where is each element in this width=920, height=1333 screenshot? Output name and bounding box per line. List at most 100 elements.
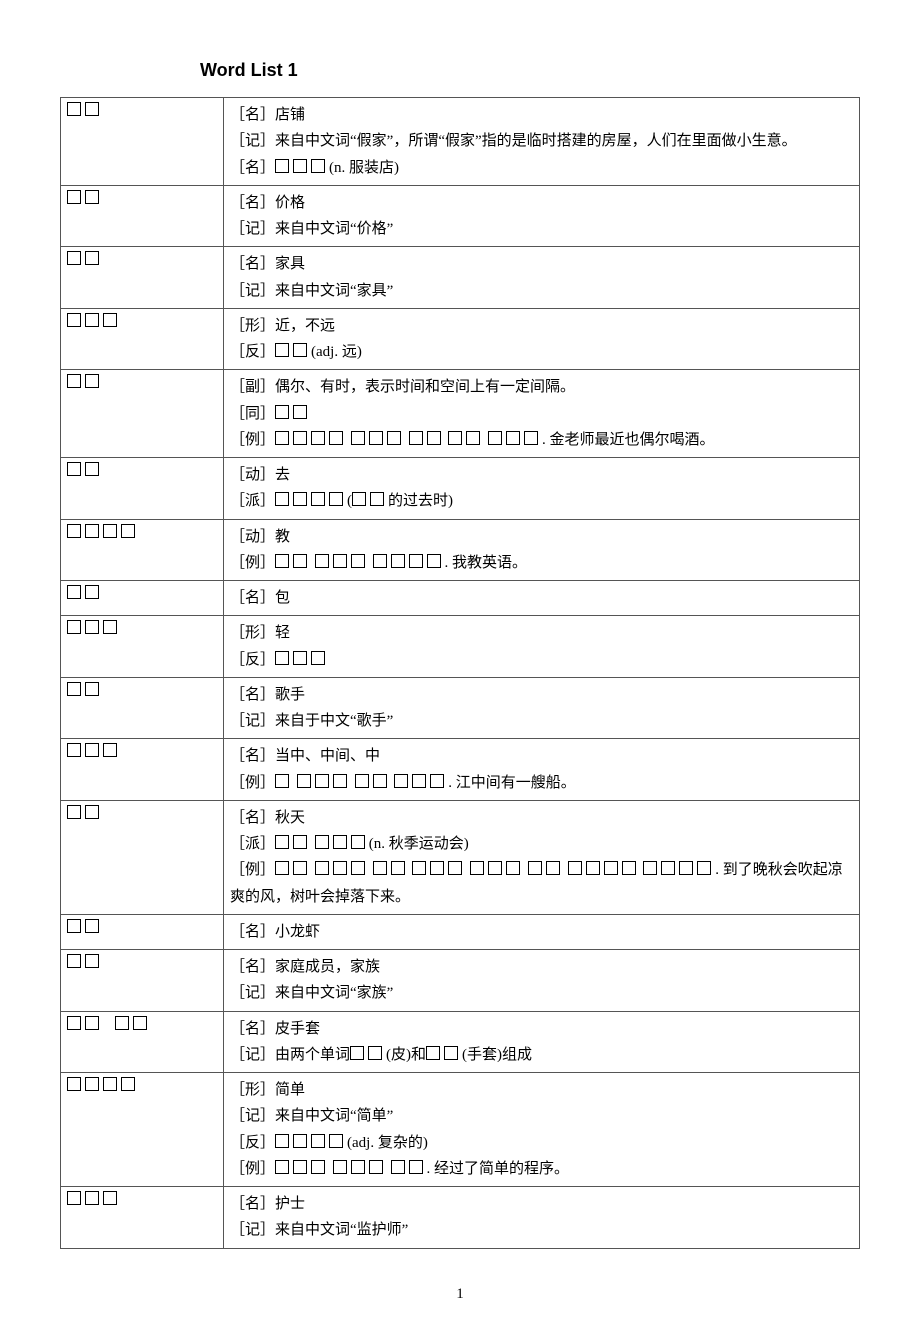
pos-tag: ［名］ (230, 924, 275, 940)
placeholder-box (85, 102, 99, 116)
placeholder-box (333, 1160, 347, 1174)
placeholder-box (85, 1191, 99, 1205)
placeholder-box (103, 1191, 117, 1205)
placeholder-box (368, 1046, 382, 1060)
placeholder-box (373, 861, 387, 875)
placeholder-box (488, 431, 502, 445)
placeholder-box (293, 431, 307, 445)
word-list-title: Word List 1 (200, 60, 860, 81)
placeholder-box (275, 1160, 289, 1174)
pos-tag: ［名］ (230, 810, 275, 826)
term-cell (61, 1187, 224, 1249)
vocab-row: ［名］家具［记］来自中文词“家具” (61, 247, 860, 309)
placeholder-box (67, 682, 81, 696)
definition-cell: ［名］包 (224, 581, 860, 616)
definition-line: ［名］皮手套 (230, 1016, 853, 1042)
pos-tag: ［动］ (230, 529, 275, 545)
placeholder-box (546, 861, 560, 875)
definition-line: ［副］偶尔、有时，表示时间和空间上有一定间隔。 (230, 374, 853, 400)
definition-line: ［形］简单 (230, 1077, 853, 1103)
placeholder-box (85, 313, 99, 327)
pos-tag: ［例］ (230, 555, 275, 571)
pos-tag: ［记］ (230, 1047, 275, 1063)
term-cell (61, 581, 224, 616)
pos-tag: ［同］ (230, 406, 275, 422)
placeholder-box (275, 431, 289, 445)
placeholder-box (409, 1160, 423, 1174)
pos-tag: ［例］ (230, 1161, 275, 1177)
placeholder-box (311, 1134, 325, 1148)
pos-tag: ［例］ (230, 775, 275, 791)
placeholder-box (103, 620, 117, 634)
vocab-row: ［名］店铺［记］来自中文词“假家”，所谓“假家”指的是临时搭建的房屋，人们在里面… (61, 98, 860, 186)
placeholder-box (412, 774, 426, 788)
placeholder-box (329, 492, 343, 506)
placeholder-box (133, 1016, 147, 1030)
pos-tag: ［动］ (230, 467, 275, 483)
placeholder-box (311, 159, 325, 173)
placeholder-box (329, 431, 343, 445)
definition-line: ［名］秋天 (230, 805, 853, 831)
placeholder-box (67, 1077, 81, 1091)
pos-tag: ［记］ (230, 713, 275, 729)
pos-tag: ［例］ (230, 862, 275, 878)
definition-line: ［记］来自中文词“假家”，所谓“假家”指的是临时搭建的房屋，人们在里面做小生意。 (230, 128, 853, 154)
definition-cell: ［名］家具［记］来自中文词“家具” (224, 247, 860, 309)
pos-tag: ［名］ (230, 195, 275, 211)
placeholder-box (370, 492, 384, 506)
term-cell (61, 98, 224, 186)
term-cell (61, 185, 224, 247)
placeholder-box (409, 554, 423, 568)
placeholder-box (369, 1160, 383, 1174)
term-cell (61, 370, 224, 458)
definition-line: ［名］价格 (230, 190, 853, 216)
definition-line: ［记］来自于中文“歌手” (230, 708, 853, 734)
pos-tag: ［名］ (230, 256, 275, 272)
placeholder-box (293, 554, 307, 568)
definition-line: ［同］ (230, 401, 853, 427)
placeholder-box (350, 1046, 364, 1060)
pos-tag: ［形］ (230, 625, 275, 641)
placeholder-box (369, 431, 383, 445)
pos-tag: ［记］ (230, 283, 275, 299)
pos-tag: ［反］ (230, 652, 275, 668)
placeholder-box (67, 1016, 81, 1030)
vocab-row: ［名］歌手［记］来自于中文“歌手” (61, 677, 860, 739)
placeholder-box (293, 405, 307, 419)
vocab-row: ［名］价格［记］来自中文词“价格” (61, 185, 860, 247)
placeholder-box (351, 554, 365, 568)
pos-tag: ［记］ (230, 133, 275, 149)
placeholder-box (275, 159, 289, 173)
term-cell (61, 308, 224, 370)
definition-line: ［名］小龙虾 (230, 919, 853, 945)
placeholder-box (311, 651, 325, 665)
placeholder-box (67, 919, 81, 933)
placeholder-box (315, 861, 329, 875)
placeholder-box (430, 774, 444, 788)
pos-tag: ［形］ (230, 318, 275, 334)
placeholder-box (427, 431, 441, 445)
definition-line: ［名］护士 (230, 1191, 853, 1217)
definition-line: ［动］去 (230, 462, 853, 488)
placeholder-box (466, 431, 480, 445)
placeholder-box (67, 251, 81, 265)
placeholder-box (85, 1077, 99, 1091)
term-cell (61, 1073, 224, 1187)
pos-tag: ［名］ (230, 1021, 275, 1037)
vocab-row: ［名］护士［记］来自中文词“监护师” (61, 1187, 860, 1249)
pos-tag: ［反］ (230, 1135, 275, 1151)
pos-tag: ［名］ (230, 687, 275, 703)
definition-line: ［记］来自中文词“价格” (230, 216, 853, 242)
placeholder-box (333, 774, 347, 788)
pos-tag: ［派］ (230, 836, 275, 852)
term-cell (61, 950, 224, 1012)
placeholder-box (697, 861, 711, 875)
placeholder-box (293, 651, 307, 665)
definition-cell: ［名］歌手［记］来自于中文“歌手” (224, 677, 860, 739)
definition-line: ［形］近，不远 (230, 313, 853, 339)
term-cell (61, 247, 224, 309)
pos-tag: ［记］ (230, 221, 275, 237)
placeholder-box (333, 835, 347, 849)
pos-tag: ［名］ (230, 959, 275, 975)
placeholder-box (67, 805, 81, 819)
